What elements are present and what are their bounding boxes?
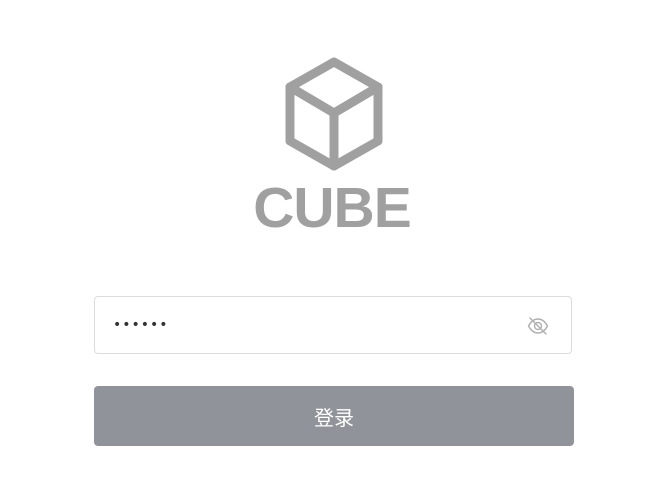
cube-icon	[285, 57, 383, 171]
login-page: CUBE 登录	[0, 0, 664, 496]
eye-off-icon[interactable]	[527, 316, 549, 336]
password-input[interactable]	[113, 297, 513, 353]
login-button[interactable]: 登录	[94, 386, 574, 446]
password-field[interactable]	[94, 296, 572, 354]
logo-wordmark: CUBE	[253, 176, 412, 240]
